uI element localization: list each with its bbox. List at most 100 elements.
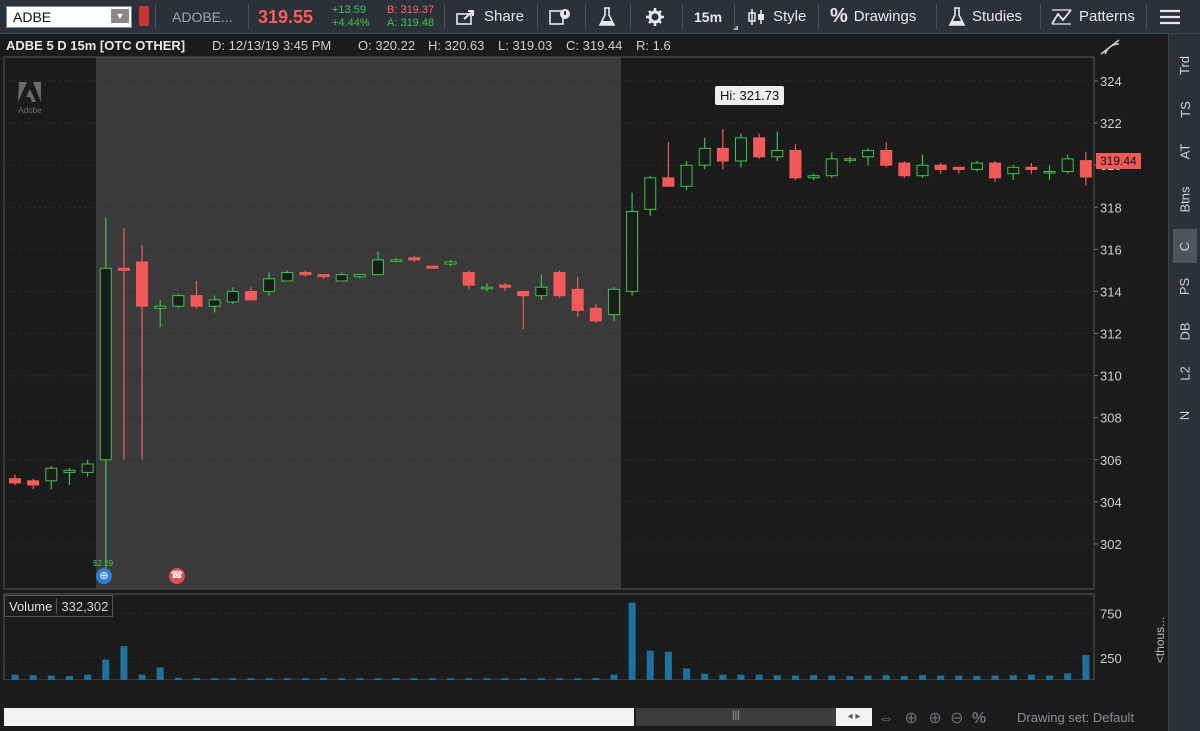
sidebar-tab-c[interactable]: C — [1173, 229, 1197, 263]
candle-body — [372, 259, 384, 276]
high-callout: Hi: 321.73 — [715, 86, 785, 105]
volume-bar — [683, 668, 691, 680]
candle-body — [753, 137, 766, 158]
current-price-text: 319.44 — [1100, 154, 1137, 168]
adobe-logo: Adobe — [18, 82, 42, 115]
volume-bar — [356, 678, 364, 680]
candle-body — [1007, 166, 1020, 175]
sidebar-tab-label: Trd — [1177, 55, 1193, 75]
volume-bar — [447, 678, 455, 680]
volume-bar — [428, 678, 436, 680]
candle-body — [589, 307, 602, 322]
candle-body — [136, 261, 149, 307]
candle-body — [916, 164, 929, 177]
price-tick-label: 312 — [1100, 327, 1122, 342]
zoom-out-icon[interactable]: ⊖ — [950, 710, 963, 727]
current-price-tag: 319.44 — [1096, 153, 1141, 169]
volume-bar — [84, 674, 92, 680]
price-tick-label: 322 — [1100, 116, 1122, 131]
volume-bar — [828, 675, 836, 680]
volume-bar — [11, 674, 19, 680]
candle-body — [480, 286, 493, 290]
price-tick-label: 318 — [1100, 200, 1122, 215]
volume-bar — [1064, 673, 1072, 680]
sidebar-tab-label: TS — [1177, 100, 1193, 118]
sidebar-tab-trd[interactable]: Trd — [1173, 48, 1197, 82]
volume-pane — [3, 593, 1095, 680]
candle-body — [244, 290, 257, 301]
drawing-set-status[interactable]: Drawing set: Default — [1017, 710, 1134, 725]
candle-body — [317, 274, 330, 278]
volume-bar — [410, 678, 418, 680]
volume-bar — [138, 674, 146, 680]
volume-bar — [501, 678, 509, 680]
volume-bar — [102, 659, 110, 680]
conference-call-icon[interactable]: ☎ — [169, 568, 185, 584]
volume-bar — [955, 675, 963, 680]
sidebar-tab-n[interactable]: N — [1173, 398, 1197, 432]
volume-bar — [120, 646, 128, 680]
scale-icon[interactable] — [1099, 38, 1121, 56]
candle-body — [154, 305, 167, 309]
volume-bar — [592, 678, 600, 680]
volume-bar — [1046, 675, 1054, 680]
volume-bar — [374, 678, 382, 680]
right-sidebar: Trd TS AT Btns C PS DB L2 N — [1168, 34, 1200, 731]
candle-body — [9, 478, 21, 484]
volume-tick-label: 250 — [1100, 651, 1122, 666]
volume-bar — [719, 674, 727, 680]
sidebar-tab-label: L2 — [1177, 365, 1193, 381]
volume-bar — [283, 678, 291, 680]
sidebar-tab-label: Btns — [1177, 185, 1193, 213]
sidebar-tab-label: PS — [1177, 277, 1193, 295]
scroll-track[interactable] — [4, 708, 634, 726]
volume-bar — [846, 676, 854, 680]
earnings-icon[interactable]: ⊕ — [96, 568, 112, 584]
logo-text: Adobe — [18, 106, 42, 115]
candle-body — [880, 149, 893, 166]
sidebar-tab-at[interactable]: AT — [1173, 134, 1197, 168]
candle-body — [807, 175, 820, 179]
candle-body — [263, 278, 276, 292]
candle-body — [63, 469, 76, 473]
volume-bar — [755, 674, 763, 680]
scroll-thumb[interactable]: ||| — [636, 708, 836, 726]
candle-body — [462, 272, 475, 286]
sidebar-tab-db[interactable]: DB — [1173, 314, 1197, 348]
volume-bar — [247, 678, 255, 680]
volume-bar — [211, 678, 219, 680]
scroll-arrows[interactable]: ◂ ▸ — [836, 708, 872, 726]
candle-body — [771, 149, 784, 158]
volume-bar — [791, 675, 799, 680]
pan-icon[interactable]: ⇔ — [878, 710, 894, 727]
sidebar-tab-l2[interactable]: L2 — [1173, 356, 1197, 390]
zoom-in-icon[interactable]: ⊕ — [928, 710, 941, 727]
volume-unit-label: <thous... — [1152, 600, 1168, 680]
candle-body — [408, 257, 421, 261]
volume-bar — [338, 678, 346, 680]
sidebar-tab-label: DB — [1177, 321, 1193, 341]
sidebar-tab-ps[interactable]: PS — [1173, 269, 1197, 303]
candle-body — [716, 147, 729, 162]
volume-bar — [29, 675, 37, 680]
price-tick-label: 304 — [1100, 495, 1122, 510]
candle-body — [81, 463, 94, 473]
volume-bar — [628, 602, 636, 680]
candle-body — [353, 274, 366, 278]
sidebar-tab-btns[interactable]: Btns — [1173, 182, 1197, 216]
candle-body — [843, 158, 856, 161]
volume-bar — [156, 667, 164, 680]
volume-header: Volume 332,302 — [4, 595, 114, 617]
candle-body — [299, 272, 312, 276]
volume-bar — [664, 651, 672, 680]
volume-bar — [265, 678, 273, 680]
candle-body — [662, 177, 675, 187]
candle-body — [226, 290, 239, 303]
sidebar-tab-ts[interactable]: TS — [1173, 92, 1197, 126]
volume-bar — [537, 678, 545, 680]
percent-scale-icon[interactable]: % — [972, 710, 986, 727]
candle-body — [644, 177, 657, 210]
volume-bar — [320, 678, 328, 680]
crosshair-icon[interactable]: ⊕ — [904, 710, 917, 727]
candle-body — [607, 288, 620, 316]
